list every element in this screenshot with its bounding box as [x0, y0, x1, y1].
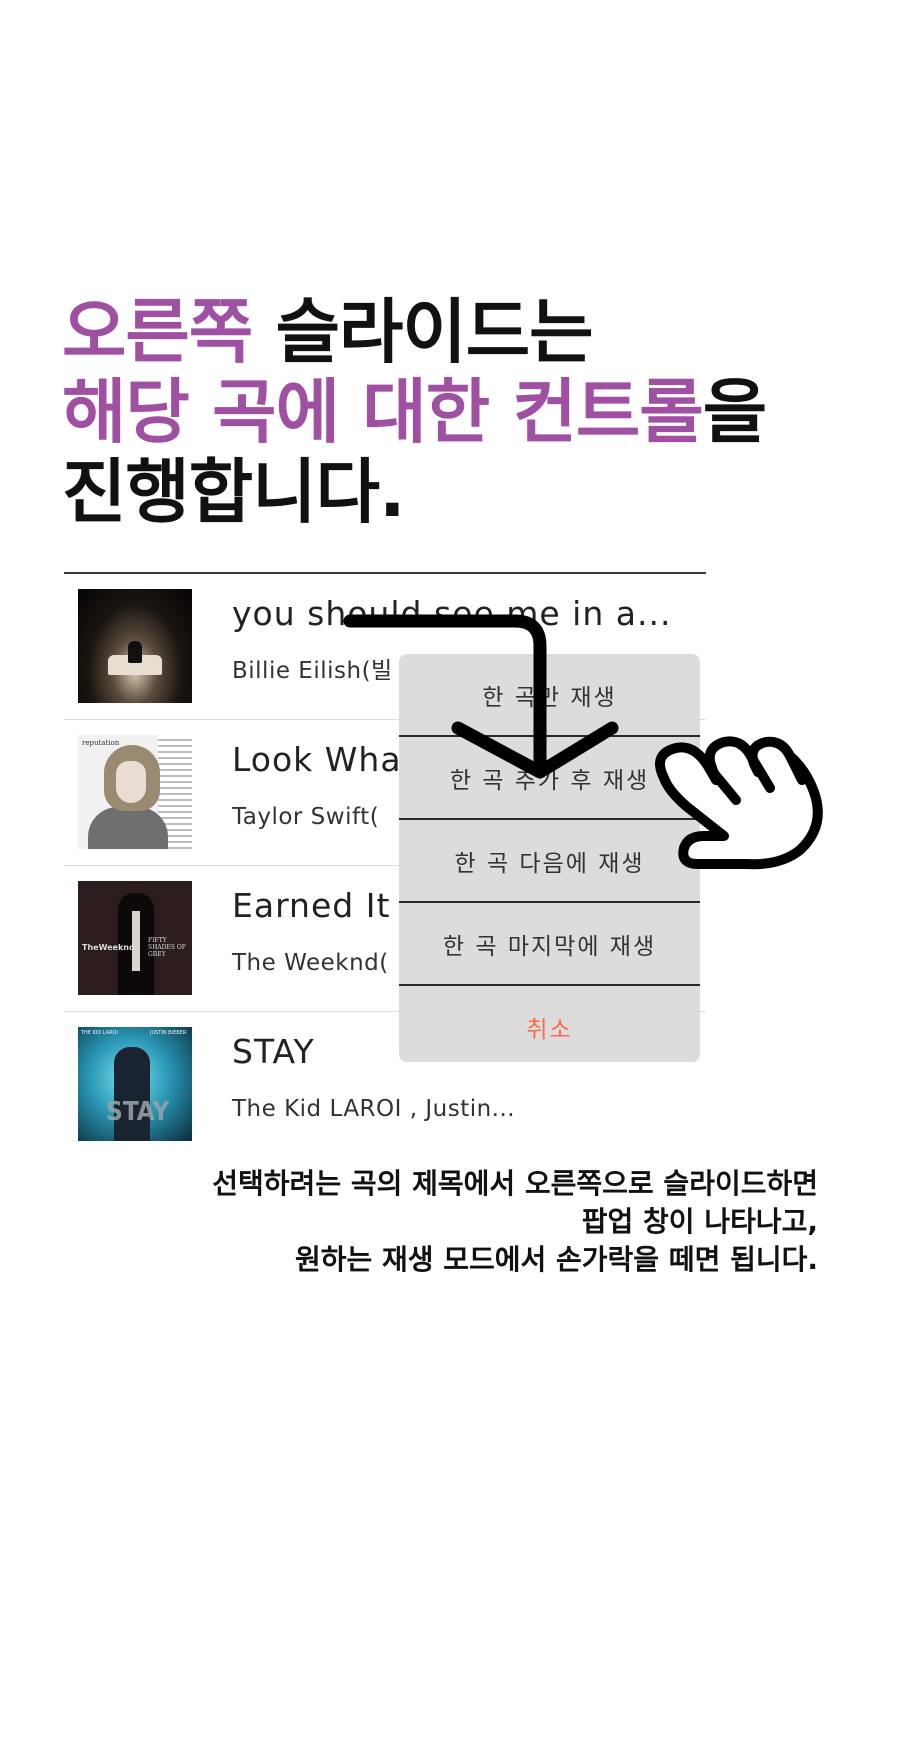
add-and-play-option[interactable]: 한 곡 추가 후 재생: [399, 737, 700, 820]
play-next-option[interactable]: 한 곡 다음에 재생: [399, 820, 700, 903]
song-title: Earned It: [232, 886, 391, 925]
headline-text-3: 진행합니다.: [62, 451, 406, 533]
headline-highlight-1: 오른쪽: [62, 291, 253, 373]
album-art: TheWeeknd FIFTY SHADES OF GREY: [78, 881, 192, 995]
caption-line-1: 선택하려는 곡의 제목에서 오른쪽으로 슬라이드하면: [212, 1167, 818, 1200]
album-art: reputation: [78, 735, 192, 849]
song-artist: The Kid LAROI , Justin...: [232, 1096, 516, 1122]
caption-line-2: 팝업 창이 나타나고,: [581, 1205, 818, 1238]
song-artist: The Weeknd(: [232, 950, 389, 976]
caption-line-3: 원하는 재생 모드에서 손가락을 떼면 됩니다.: [294, 1243, 818, 1276]
album-art-text: STAY: [106, 1097, 170, 1127]
album-art: THE KID LAROI JUSTIN BIEBER STAY: [78, 1027, 192, 1141]
song-artist: Taylor Swift(: [232, 804, 380, 830]
song-title: Look Wha: [232, 740, 402, 779]
headline-highlight-2: 해당 곡에 대한 컨트롤: [62, 371, 704, 453]
play-only-this-option[interactable]: 한 곡만 재생: [399, 654, 700, 737]
album-art-artist-right: JUSTIN BIEBER: [150, 1030, 187, 1036]
album-art-text: reputation: [82, 739, 120, 747]
play-last-option[interactable]: 한 곡 마지막에 재생: [399, 903, 700, 986]
cancel-button[interactable]: 취소: [399, 986, 700, 1062]
album-art-artist-left: THE KID LAROI: [81, 1030, 118, 1036]
song-title: you should see me in a...: [232, 594, 672, 633]
album-art: [78, 589, 192, 703]
headline: 오른쪽 슬라이드는 해당 곡에 대한 컨트롤을 진행합니다.: [62, 291, 767, 533]
album-art-text: TheWeeknd: [82, 943, 135, 952]
headline-text-2: 을: [702, 371, 767, 453]
album-art-subtext: FIFTY SHADES OF GREY: [148, 937, 186, 958]
song-title: STAY: [232, 1032, 315, 1071]
headline-text-1: 슬라이드는: [252, 291, 594, 373]
instruction-caption: 선택하려는 곡의 제목에서 오른쪽으로 슬라이드하면 팝업 창이 나타나고, 원…: [110, 1165, 818, 1279]
play-mode-popup: 한 곡만 재생 한 곡 추가 후 재생 한 곡 다음에 재생 한 곡 마지막에 …: [399, 654, 700, 1062]
song-artist: Billie Eilish(빌: [232, 658, 393, 684]
